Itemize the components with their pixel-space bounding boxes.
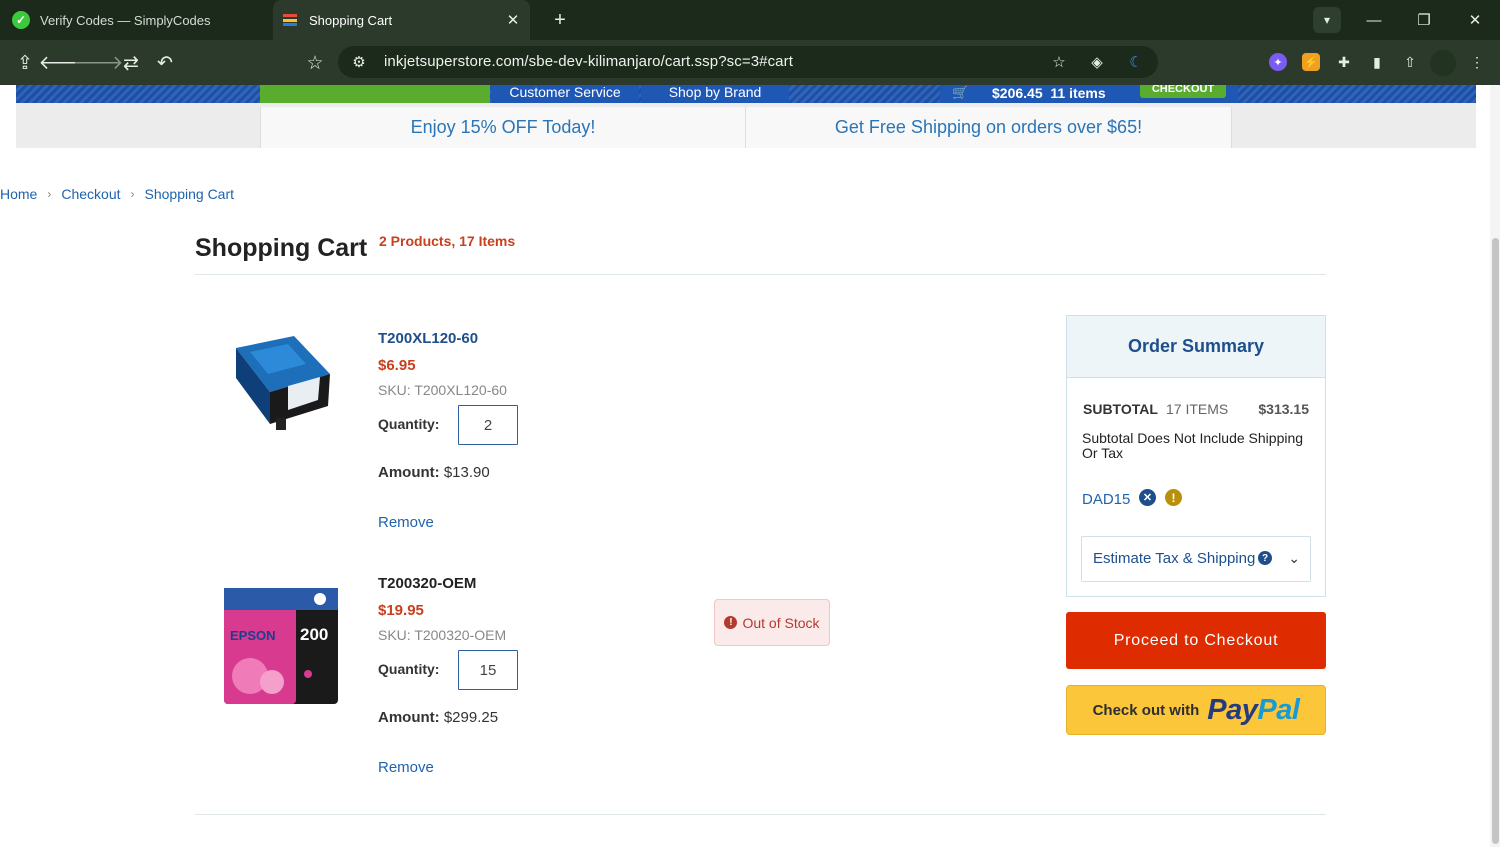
star-icon[interactable]: ☆ bbox=[1047, 50, 1071, 74]
cart-item-2-amount: Amount: $299.25 bbox=[378, 709, 499, 726]
out-of-stock-badge: ! Out of Stock bbox=[714, 599, 830, 646]
breadcrumb-shopping-cart[interactable]: Shopping Cart bbox=[145, 186, 235, 202]
reload-icon[interactable]: ⇄ bbox=[118, 50, 144, 76]
cart-item-1-quantity-input[interactable]: 2 bbox=[458, 405, 518, 445]
avatar[interactable] bbox=[1430, 50, 1456, 76]
layers-icon[interactable]: ◈ bbox=[1085, 50, 1109, 74]
subtotal-amount: $313.15 bbox=[1258, 401, 1309, 417]
app-window: ✓ Verify Codes — SimplyCodes Shopping Ca… bbox=[0, 0, 1500, 847]
restore-icon[interactable]: ❐ bbox=[1412, 8, 1436, 32]
cart-item-2-sku: SKU: T200320-OEM bbox=[378, 627, 507, 643]
estimate-tax-shipping-dropdown[interactable]: Estimate Tax & Shipping ? ⌄ bbox=[1081, 536, 1311, 582]
subtotal-label: SUBTOTAL bbox=[1083, 401, 1158, 417]
scrollbar-thumb[interactable] bbox=[1492, 238, 1499, 844]
breadcrumb: Home › Checkout › Shopping Cart bbox=[0, 186, 234, 202]
home-icon[interactable]: ⇪ bbox=[12, 50, 38, 76]
estimate-label: Estimate Tax & Shipping bbox=[1093, 550, 1256, 567]
paypal-checkout-button[interactable]: Check out with PayPal bbox=[1066, 685, 1326, 735]
exclamation-icon: ! bbox=[724, 616, 738, 629]
order-summary: Order Summary SUBTOTAL 17 ITEMS $313.15 … bbox=[1066, 315, 1326, 597]
exclamation-icon[interactable]: ! bbox=[1165, 489, 1182, 506]
extension-purple-icon[interactable]: ✦ bbox=[1269, 53, 1287, 71]
tab-shopping-cart[interactable]: Shopping Cart ✕ bbox=[273, 0, 530, 40]
chevron-right-icon: › bbox=[130, 187, 135, 201]
page-content: Customer Service Shop by Brand 🛒 $206.45… bbox=[0, 85, 1500, 847]
cart-item-1-price: $6.95 bbox=[378, 357, 416, 374]
close-icon[interactable]: ✕ bbox=[1463, 8, 1487, 32]
cart-item-1-sku: SKU: T200XL120-60 bbox=[378, 382, 507, 398]
page-title: Shopping Cart bbox=[195, 234, 368, 262]
cart-item-1-remove-link[interactable]: Remove bbox=[378, 514, 434, 531]
moon-icon[interactable]: ☾ bbox=[1124, 50, 1148, 74]
promo-code: DAD15 bbox=[1082, 491, 1131, 508]
cart-item-2-name[interactable]: T200320-OEM bbox=[378, 575, 476, 592]
paypal-logo: PayPal bbox=[1207, 693, 1300, 726]
tab-title: Shopping Cart bbox=[309, 12, 393, 28]
proceed-to-checkout-button[interactable]: Proceed to Checkout bbox=[1066, 612, 1326, 669]
extensions-puzzle-icon[interactable]: ✚ bbox=[1333, 51, 1355, 73]
remove-circle-icon[interactable]: ✕ bbox=[1139, 489, 1156, 506]
tab-bar: ✓ Verify Codes — SimplyCodes Shopping Ca… bbox=[0, 0, 1500, 40]
header-cart-summary: $206.45 11 items bbox=[992, 85, 1106, 101]
divider bbox=[195, 274, 1326, 275]
chevron-down-icon: ⌄ bbox=[1288, 550, 1300, 566]
plus-icon[interactable]: + bbox=[548, 8, 572, 32]
minimize-icon[interactable]: — bbox=[1362, 8, 1386, 32]
help-circle-icon[interactable]: ? bbox=[1258, 551, 1272, 565]
tab-verify-codes[interactable]: ✓ Verify Codes — SimplyCodes bbox=[0, 0, 270, 40]
sidepanel-icon[interactable]: ▮ bbox=[1366, 51, 1388, 73]
chevron-down-icon[interactable]: ▾ bbox=[1313, 7, 1341, 33]
cart-item-2-quantity-input[interactable]: 15 bbox=[458, 650, 518, 690]
url-text[interactable]: inkjetsuperstore.com/sbe-dev-kilimanjaro… bbox=[384, 53, 793, 70]
cart-item-1-name[interactable]: T200XL120-60 bbox=[378, 330, 478, 347]
svg-text:EPSON: EPSON bbox=[230, 628, 276, 643]
divider bbox=[195, 814, 1326, 815]
tab-title: Verify Codes — SimplyCodes bbox=[40, 12, 211, 28]
product-image-epson-200-magenta[interactable]: EPSON 200 bbox=[220, 582, 338, 706]
cart-item-2-price: $19.95 bbox=[378, 602, 424, 619]
paypal-prefix: Check out with bbox=[1092, 701, 1200, 719]
star-icon[interactable]: ☆ bbox=[302, 50, 328, 76]
site-info-icon[interactable]: ⚙ bbox=[347, 50, 371, 74]
menu-dots-icon[interactable]: ⋮ bbox=[1466, 51, 1488, 73]
shopping-cart-icon: 🛒 bbox=[952, 85, 969, 100]
svg-text:200: 200 bbox=[300, 625, 328, 644]
extension-orange-icon[interactable]: ⚡ bbox=[1302, 53, 1320, 71]
cart-item-2-qty-label: Quantity: bbox=[378, 661, 440, 677]
subtotal-note: Subtotal Does Not Include Shipping Or Ta… bbox=[1082, 430, 1304, 461]
breadcrumb-home[interactable]: Home bbox=[0, 186, 37, 202]
subtotal-items: 17 ITEMS bbox=[1166, 401, 1229, 417]
product-image-ink-cartridge-cyan[interactable] bbox=[228, 330, 336, 436]
order-summary-title: Order Summary bbox=[1067, 316, 1325, 378]
cart-item-2-remove-link[interactable]: Remove bbox=[378, 759, 434, 776]
cart-favicon-icon bbox=[283, 14, 297, 26]
breadcrumb-checkout[interactable]: Checkout bbox=[61, 186, 120, 202]
cart-item-1-amount: Amount: $13.90 bbox=[378, 464, 490, 481]
close-icon[interactable]: ✕ bbox=[504, 11, 522, 29]
forward-arrow-icon[interactable]: 🡒 bbox=[73, 50, 124, 76]
check-circle-icon: ✓ bbox=[12, 11, 30, 29]
cart-count: 2 Products, 17 Items bbox=[379, 233, 516, 249]
promo-free-shipping[interactable]: Get Free Shipping on orders over $65! bbox=[745, 107, 1232, 148]
header-checkout-button[interactable]: CHECKOUT bbox=[1140, 85, 1226, 98]
upload-cloud-icon[interactable]: ⇧ bbox=[1399, 51, 1421, 73]
undo-icon[interactable]: ↶ bbox=[152, 50, 178, 76]
promo-discount[interactable]: Enjoy 15% OFF Today! bbox=[260, 107, 746, 148]
chevron-right-icon: › bbox=[47, 187, 52, 201]
cart-item-1-qty-label: Quantity: bbox=[378, 416, 440, 432]
